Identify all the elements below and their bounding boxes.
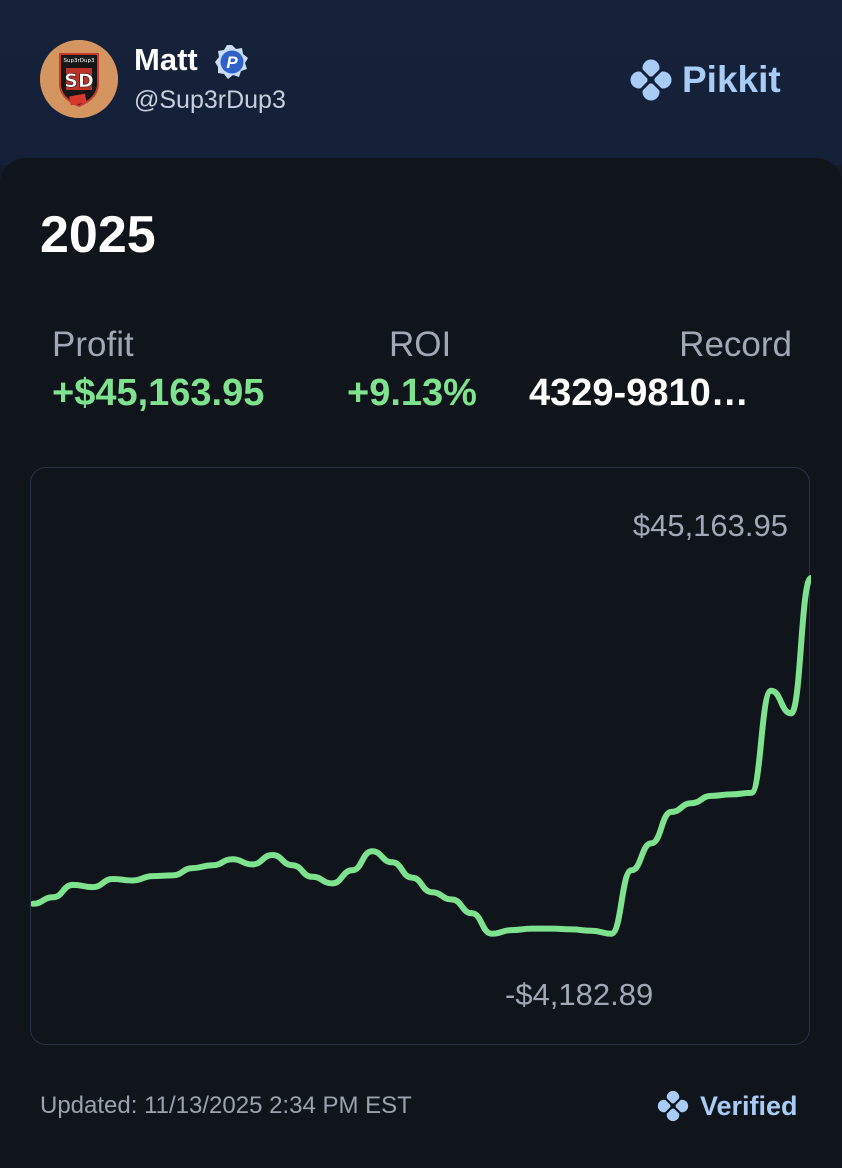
user-handle[interactable]: @Sup3rDup3 [134, 86, 286, 115]
avatar[interactable]: Sup3rDup3 SD [40, 40, 118, 118]
brand-name: Pikkit [682, 59, 781, 100]
verified-badge-icon: P [215, 45, 248, 79]
record-label: Record [679, 325, 792, 364]
profit-label: Profit [52, 325, 134, 364]
verified-badge[interactable]: Verified [656, 1088, 798, 1124]
shield-logo-icon: Sup3rDup3 SD [40, 40, 118, 118]
clover-icon [657, 1090, 689, 1122]
verified-label: Verified [700, 1090, 798, 1121]
brand-logo: Pikkit [628, 56, 781, 104]
roi-label: ROI [389, 325, 452, 364]
updated-timestamp: Updated: 11/13/2025 2:34 PM EST [40, 1092, 412, 1119]
chart-min-label: -$4,182.89 [505, 977, 654, 1012]
chart-max-label: $45,163.95 [632, 508, 788, 543]
roi-value: +9.13% [347, 372, 477, 414]
profit-series-line [31, 575, 811, 937]
profile-header: Sup3rDup3 SD Matt P @Sup3rDup3 Pikkit [0, 0, 842, 165]
profit-value: +$45,163.95 [52, 372, 265, 414]
year-title: 2025 [40, 206, 156, 264]
record-value: 4329-9810… [529, 372, 749, 414]
user-name[interactable]: Matt [134, 42, 198, 78]
profit-line-chart [31, 575, 811, 937]
svg-text:P: P [226, 53, 238, 72]
profit-chart[interactable] [30, 467, 811, 1045]
svg-text:SD: SD [64, 70, 93, 92]
svg-text:Sup3rDup3: Sup3rDup3 [64, 58, 95, 64]
clover-icon [630, 59, 672, 101]
